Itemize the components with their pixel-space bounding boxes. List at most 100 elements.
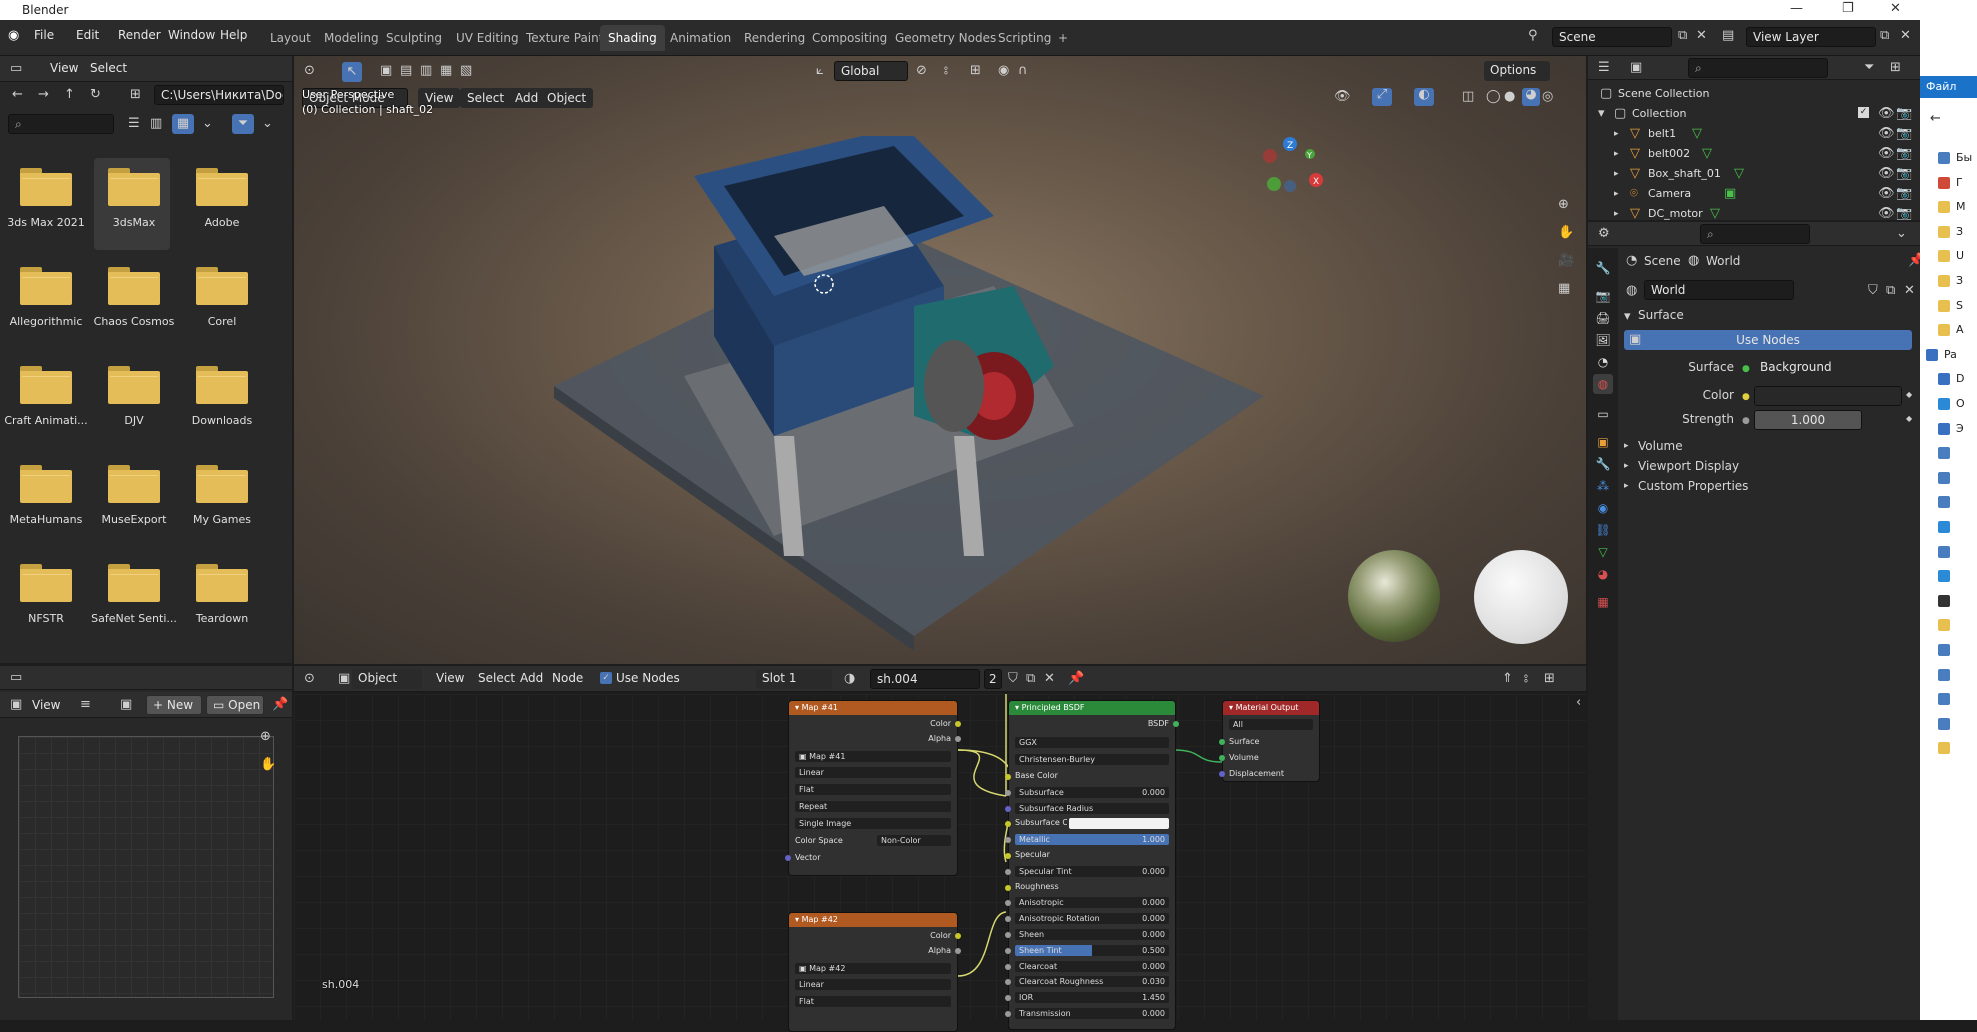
- unlink-material-icon[interactable]: ✕: [1044, 672, 1055, 686]
- sidebar-toggle-icon[interactable]: ‹: [1576, 696, 1581, 710]
- folder-item[interactable]: MetaHumans: [2, 465, 90, 526]
- folder-item[interactable]: NFSTR: [2, 564, 90, 625]
- outliner-collection[interactable]: ▾ ▢ Collection ✓ 👁 📷: [1588, 104, 1920, 124]
- proportional-icon[interactable]: ◉: [998, 64, 1009, 78]
- parent-dir-icon[interactable]: ↑: [64, 88, 75, 102]
- explorer-nav-item[interactable]: S: [1926, 298, 1977, 318]
- explorer-nav-item[interactable]: [1926, 667, 1977, 687]
- hamburger-menu-icon[interactable]: ≡: [80, 698, 91, 712]
- object-camera-icon[interactable]: 📷: [1896, 147, 1912, 161]
- workspace-tab-compositing[interactable]: Compositing: [804, 25, 895, 51]
- menu-file[interactable]: File: [34, 28, 54, 42]
- gizmo-neg-x[interactable]: [1263, 149, 1277, 163]
- explorer-nav-item[interactable]: [1926, 740, 1977, 760]
- physics-tab-icon[interactable]: ◉: [1593, 498, 1613, 518]
- bsdf-distribution[interactable]: GGX: [1015, 737, 1169, 748]
- material-name-field[interactable]: sh.004: [870, 669, 980, 689]
- folder-item[interactable]: Craft Animati...: [2, 366, 90, 427]
- explorer-nav-item[interactable]: Бы: [1926, 150, 1977, 170]
- editor-type-icon-3[interactable]: ▣: [10, 698, 22, 712]
- particles-tab-icon[interactable]: ⁂: [1593, 476, 1613, 496]
- bsdf-sheen-field[interactable]: Sheen 0.000: [1015, 929, 1169, 940]
- bsdf-anisotropic-socket[interactable]: [1005, 900, 1011, 907]
- bsdf-clearcoat-field[interactable]: Clearcoat 0.000: [1015, 960, 1169, 972]
- workspace-tab-geometry-nodes[interactable]: Geometry Nodes: [887, 25, 1004, 51]
- explorer-nav-item[interactable]: U: [1926, 248, 1977, 268]
- restore-icon[interactable]: ❐: [1842, 1, 1854, 16]
- map42-projection[interactable]: Flat: [795, 996, 951, 1007]
- editor-type-icon-5[interactable]: ⊙: [304, 672, 315, 686]
- explorer-nav-item[interactable]: Г: [1926, 175, 1977, 195]
- strength-field[interactable]: 1.000: [1754, 410, 1862, 430]
- bsdf-ior-socket[interactable]: [1005, 995, 1011, 1002]
- select-tool-icon[interactable]: ↖: [342, 62, 362, 82]
- workspace-tab-rendering[interactable]: Rendering: [736, 25, 813, 51]
- menu-render[interactable]: Render: [118, 28, 161, 42]
- object-eye-icon[interactable]: 👁: [1878, 187, 1895, 201]
- blender-logo-icon[interactable]: ◉: [8, 29, 19, 43]
- collection-eye-icon[interactable]: 👁: [1878, 107, 1895, 121]
- output-surface-socket[interactable]: [1219, 739, 1225, 745]
- pin-icon-2[interactable]: 📌: [1068, 672, 1084, 686]
- workspace-tab-scripting[interactable]: Scripting: [990, 25, 1059, 51]
- ne-menu-node[interactable]: Node: [546, 669, 589, 689]
- explorer-nav-item[interactable]: O: [1926, 396, 1977, 416]
- snap-target-node-icon[interactable]: ⊞: [1544, 672, 1555, 686]
- map42-interp[interactable]: Linear: [795, 979, 951, 990]
- surface-panel-header[interactable]: Surface: [1638, 308, 1684, 322]
- explorer-nav-item[interactable]: D: [1926, 371, 1977, 391]
- bsdf-roughness-socket[interactable]: [1005, 884, 1011, 891]
- folder-item[interactable]: Teardown: [178, 564, 266, 625]
- outliner-filter-icon[interactable]: ⏷: [1864, 61, 1874, 75]
- slot-select[interactable]: Slot 1: [756, 669, 832, 689]
- object-camera-icon[interactable]: 📷: [1896, 127, 1912, 141]
- bsdf-base-color-socket[interactable]: [1005, 774, 1011, 780]
- hand-pan-icon[interactable]: ✋: [260, 758, 276, 772]
- workspace-tab-layout[interactable]: Layout: [262, 25, 319, 51]
- parent-tree-icon[interactable]: ⇑: [1502, 672, 1513, 686]
- bsdf-sheen-socket[interactable]: [1005, 932, 1011, 938]
- output-tab-icon[interactable]: 🖨: [1593, 308, 1613, 328]
- view-layer-selector[interactable]: View Layer: [1746, 27, 1876, 47]
- fb-menu-view[interactable]: View: [50, 61, 78, 75]
- map42-image-field[interactable]: ▣ Map #42: [795, 963, 951, 974]
- tool-tab-icon[interactable]: 🔧: [1593, 258, 1613, 278]
- object-camera-icon[interactable]: 📷: [1896, 167, 1912, 181]
- menu-help[interactable]: Help: [220, 28, 247, 42]
- 3d-viewport[interactable]: ⊙ ↖ ▣ ▤ ▥ ▦ ▧ ⟀ Global ⊘ ⦂ ⊞ ◉ ∩ Options…: [294, 56, 1586, 664]
- surface-panel-chevron-icon[interactable]: ▾: [1624, 310, 1631, 324]
- expand-icon[interactable]: ▸: [1614, 207, 1619, 221]
- collection-camera-icon[interactable]: 📷: [1896, 107, 1912, 121]
- fb-menu-select[interactable]: Select: [90, 61, 127, 75]
- world-color-swatch[interactable]: [1754, 386, 1902, 406]
- mode-new-icon[interactable]: ▣: [380, 64, 392, 78]
- output-volume-socket[interactable]: [1219, 755, 1225, 761]
- new-folder-icon[interactable]: ⊞: [130, 88, 141, 102]
- panel-volume[interactable]: ▸ Volume: [1618, 436, 1920, 456]
- snap-node-icon[interactable]: ⦂: [1524, 672, 1528, 686]
- overlays-icon[interactable]: ◐: [1414, 88, 1434, 106]
- outliner-object-row[interactable]: ▸ ▽ belt002 ▽ 👁 📷: [1588, 144, 1920, 164]
- bsdf-specular-socket[interactable]: [1005, 853, 1011, 859]
- duplicate-material-icon[interactable]: ⧉: [1026, 672, 1035, 686]
- folder-item[interactable]: SafeNet Senti...: [90, 564, 178, 625]
- new-view-layer-icon[interactable]: ⧉: [1880, 29, 1889, 43]
- view-layer-tab-icon[interactable]: 🖼: [1593, 330, 1613, 350]
- node-material-output[interactable]: ▾ Material Output All Surface Volume Dis…: [1219, 700, 1320, 782]
- editor-type-icon[interactable]: ▭: [10, 62, 22, 76]
- menu-window[interactable]: Window: [168, 28, 215, 42]
- ie-view-menu[interactable]: View: [32, 698, 60, 712]
- panel-viewport-display[interactable]: ▸ Viewport Display: [1618, 456, 1920, 476]
- map41-projection[interactable]: Flat: [795, 784, 951, 795]
- explorer-nav-item[interactable]: [1926, 470, 1977, 490]
- map41-alpha-socket[interactable]: [955, 736, 961, 742]
- workspace-tab-modeling[interactable]: Modeling: [316, 25, 387, 51]
- workspace-tab-sculpting[interactable]: Sculpting: [378, 25, 450, 51]
- explorer-back-icon[interactable]: ←: [1930, 112, 1941, 126]
- orientation-icon[interactable]: ⟀: [816, 64, 824, 78]
- world-tab-icon[interactable]: ◍: [1593, 374, 1613, 394]
- expand-icon[interactable]: ▸: [1614, 167, 1619, 181]
- map41-interp[interactable]: Linear: [795, 767, 951, 778]
- object-tab-icon[interactable]: ▣: [1593, 432, 1613, 452]
- node-map42[interactable]: ▾ Map #42 Color Alpha ▣ Map #42 Linear F…: [788, 912, 961, 1032]
